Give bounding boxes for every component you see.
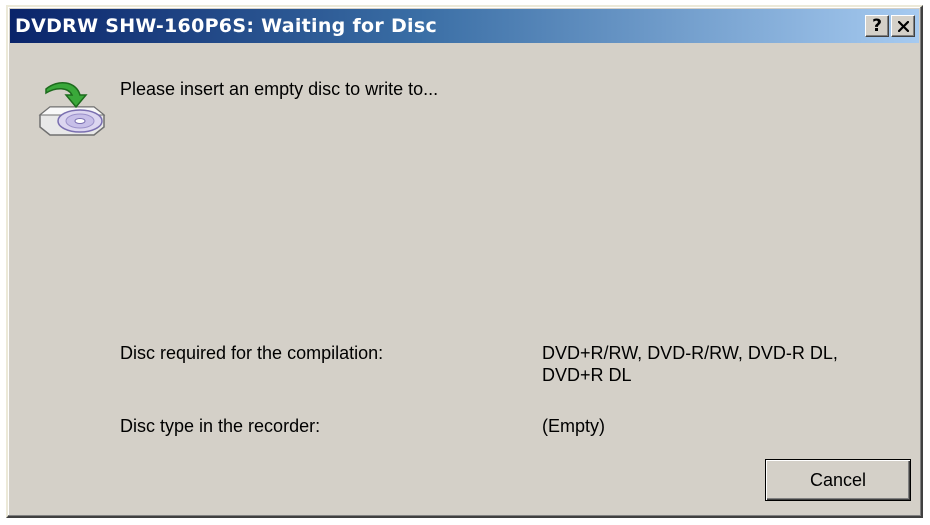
title-bar-buttons: ? (865, 15, 915, 37)
cancel-button[interactable]: Cancel (765, 459, 911, 501)
recorder-disc-type-value: (Empty) (542, 416, 605, 436)
disc-required-value-line2: DVD+R DL (542, 365, 632, 385)
recorder-disc-type-label: Disc type in the recorder: (120, 416, 321, 436)
instruction-message: Please insert an empty disc to write to.… (120, 79, 439, 99)
disc-required-value: DVD+R/RW, DVD-R/RW, DVD-R DL, DVD+R DL (542, 342, 838, 386)
window-title: DVDRW SHW-160P6S: Waiting for Disc (15, 15, 438, 37)
disc-required-value-line1: DVD+R/RW, DVD-R/RW, DVD-R DL, (542, 343, 838, 363)
help-button[interactable]: ? (865, 15, 889, 37)
title-bar[interactable]: DVDRW SHW-160P6S: Waiting for Disc ? (10, 9, 919, 43)
waiting-for-disc-dialog: DVDRW SHW-160P6S: Waiting for Disc ? Ple… (6, 5, 923, 518)
close-icon (897, 20, 909, 32)
disc-insert-icon (38, 82, 106, 136)
disc-required-label: Disc required for the compilation: (120, 343, 384, 363)
close-button[interactable] (891, 15, 915, 37)
